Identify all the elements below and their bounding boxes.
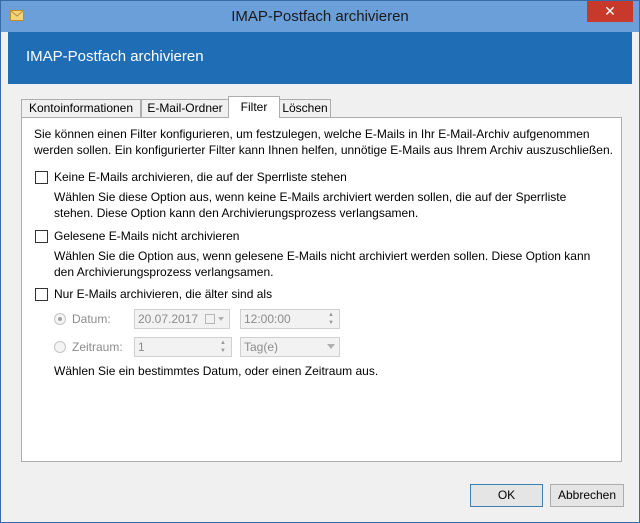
window-title: IMAP-Postfach archivieren [231,8,409,25]
age-hint-text: Wählen Sie ein bestimmtes Datum, oder ei… [54,364,379,378]
read-mails-desc-line2: den Archivierungsprozess verlangsamen. [54,265,274,279]
period-radio[interactable] [54,341,66,353]
blocklist-label[interactable]: Keine E-Mails archivieren, die auf der S… [54,169,347,185]
period-spin-down-icon[interactable]: ▼ [216,347,230,355]
time-spin-down-icon[interactable]: ▼ [324,319,338,327]
time-spin-up-icon[interactable]: ▲ [324,311,338,319]
content-area: Kontoinformationen E-Mail-Ordner Filter … [8,84,632,516]
blocklist-desc-line2: stehen. Diese Option kann den Archivieru… [54,206,419,220]
period-label: Zeitraum: [72,340,123,354]
period-number-value: 1 [138,340,145,354]
tab-loeschen[interactable]: Löschen [279,99,331,117]
period-unit-select[interactable]: Tag(e) [240,337,340,357]
intro-text-line1: Sie können einen Filter konfigurieren, u… [34,127,590,141]
intro-text-line2: werden sollen. Ein konfigurierter Filter… [34,143,613,157]
date-label: Datum: [72,312,111,326]
close-button[interactable]: ✕ [587,1,633,22]
time-value: 12:00:00 [244,312,291,326]
title-bar[interactable]: IMAP-Postfach archivieren ✕ [1,1,639,32]
period-unit-value: Tag(e) [244,340,279,354]
date-picker[interactable]: 20.07.2017 [134,309,230,329]
filter-panel: Sie können einen Filter konfigurieren, u… [21,117,622,462]
blocklist-checkbox[interactable] [35,171,48,184]
read-mails-label[interactable]: Gelesene E-Mails nicht archivieren [54,228,239,244]
date-radio[interactable] [54,313,66,325]
header-title: IMAP-Postfach archivieren [26,48,204,65]
tab-kontoinformationen[interactable]: Kontoinformationen [21,99,141,117]
close-icon: ✕ [604,3,616,19]
read-mails-checkbox[interactable] [35,230,48,243]
tab-e-mail-ordner[interactable]: E-Mail-Ordner [141,99,229,117]
period-number-field[interactable]: 1 ▲ ▼ [134,337,232,357]
ok-button[interactable]: OK [470,484,543,507]
period-spin-up-icon[interactable]: ▲ [216,339,230,347]
older-than-checkbox[interactable] [35,288,48,301]
blocklist-desc-line1: Wählen Sie diese Option aus, wenn keine … [54,190,567,204]
tab-filter[interactable]: Filter [228,96,280,118]
older-than-label[interactable]: Nur E-Mails archivieren, die älter sind … [54,286,272,302]
chevron-down-icon [327,344,335,349]
read-mails-desc-line1: Wählen Sie die Option aus, wenn gelesene… [54,249,591,263]
header-band: IMAP-Postfach archivieren [8,32,632,84]
calendar-dropdown-icon [205,314,224,324]
dialog-window: IMAP-Postfach archivieren ✕ IMAP-Postfac… [0,0,640,523]
time-field[interactable]: 12:00:00 ▲ ▼ [240,309,340,329]
date-value: 20.07.2017 [138,312,199,326]
cancel-button[interactable]: Abbrechen [550,484,624,507]
